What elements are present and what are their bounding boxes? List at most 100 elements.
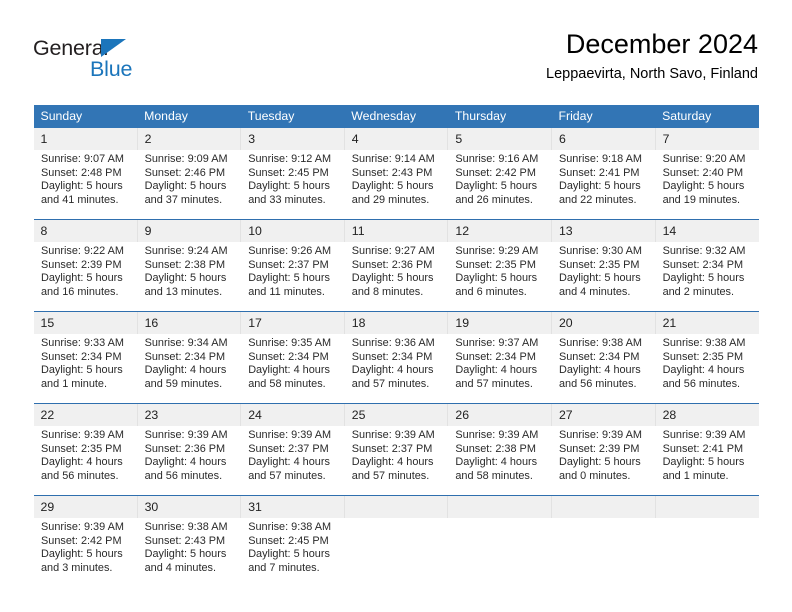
day-cell[interactable]: Sunrise: 9:29 AM Sunset: 2:35 PM Daylight:…	[447, 242, 552, 311]
day-cell[interactable]: Sunrise: 9:18 AM Sunset: 2:41 PM Daylight:…	[550, 150, 656, 219]
sunset-text: Sunset: 2:45 PM	[248, 166, 329, 179]
daylight-text-line2: and 56 minutes.	[144, 469, 223, 482]
daylight-text-line1: Daylight: 5 hours	[248, 180, 330, 193]
day-number[interactable]: 19	[447, 312, 552, 334]
day-number[interactable]: 2	[136, 128, 241, 150]
day-cell[interactable]: Sunrise: 9:30 AM Sunset: 2:35 PM Daylight:…	[550, 242, 656, 311]
daylight-text-line2: and 58 minutes.	[455, 469, 533, 482]
day-cell[interactable]: Sunrise: 9:38 AM Sunset: 2:34 PM Daylight:…	[550, 334, 656, 403]
day-cell[interactable]: Sunrise: 9:22 AM Sunset: 2:39 PM Daylight:…	[33, 242, 138, 311]
day-number[interactable]: 28	[654, 404, 759, 426]
sunset-text: Sunset: 2:36 PM	[144, 442, 226, 455]
day-cell[interactable]: Sunrise: 9:37 AM Sunset: 2:34 PM Daylight:…	[447, 334, 552, 403]
sunset-text: Sunset: 2:46 PM	[144, 166, 226, 179]
day-cell[interactable]: Sunrise: 9:39 AM Sunset: 2:35 PM Daylight:…	[33, 426, 138, 495]
day-number[interactable]: 31	[240, 496, 345, 518]
day-cell[interactable]: Sunrise: 9:39 AM Sunset: 2:36 PM Daylight:…	[136, 426, 241, 495]
day-number[interactable]: 6	[550, 128, 656, 150]
daylight-text-line2: and 37 minutes.	[144, 193, 223, 206]
daylight-text-line1: Daylight: 4 hours	[351, 456, 434, 469]
day-number[interactable]: 30	[136, 496, 241, 518]
day-cell[interactable]: Sunrise: 9:39 AM Sunset: 2:41 PM Daylight:…	[654, 426, 759, 495]
day-cell[interactable]: Sunrise: 9:39 AM Sunset: 2:42 PM Daylight:…	[33, 518, 138, 587]
day-number[interactable]: 27	[550, 404, 656, 426]
day-cell[interactable]: Sunrise: 9:39 AM Sunset: 2:37 PM Daylight:…	[240, 426, 345, 495]
day-cell[interactable]: Sunrise: 9:38 AM Sunset: 2:43 PM Daylight:…	[136, 518, 241, 587]
day-number[interactable]: 29	[33, 496, 138, 518]
day-number[interactable]: 1	[33, 128, 138, 150]
daylight-text-line2: and 56 minutes.	[41, 469, 119, 482]
general-blue-logo[interactable]: General Blue	[33, 36, 153, 82]
daylight-text-line1: Daylight: 4 hours	[144, 456, 227, 469]
day-cell[interactable]: Sunrise: 9:38 AM Sunset: 2:45 PM Daylight:…	[240, 518, 345, 587]
day-cell[interactable]: Sunrise: 9:12 AM Sunset: 2:45 PM Daylight:…	[240, 150, 345, 219]
day-detail-row: Sunrise: 9:22 AM Sunset: 2:39 PM Daylight:…	[33, 242, 759, 311]
sunrise-text: Sunrise: 9:35 AM	[248, 337, 332, 349]
day-number[interactable]: 15	[33, 312, 138, 334]
sunset-text: Sunset: 2:34 PM	[41, 350, 122, 363]
page-subtitle: Leppaevirta, North Savo, Finland	[546, 66, 758, 82]
day-cell[interactable]: Sunrise: 9:07 AM Sunset: 2:48 PM Daylight:…	[33, 150, 138, 219]
daylight-text-line2: and 57 minutes.	[351, 377, 430, 390]
daylight-text-line2: and 19 minutes.	[662, 193, 741, 206]
day-cell[interactable]: Sunrise: 9:20 AM Sunset: 2:40 PM Daylight:…	[654, 150, 759, 219]
sunrise-text: Sunrise: 9:20 AM	[662, 153, 746, 165]
day-number[interactable]: 23	[136, 404, 241, 426]
day-cell[interactable]: Sunrise: 9:35 AM Sunset: 2:34 PM Daylight:…	[240, 334, 345, 403]
day-number[interactable]: 4	[343, 128, 448, 150]
sunrise-text: Sunrise: 9:14 AM	[351, 153, 435, 165]
day-cell[interactable]: Sunrise: 9:32 AM Sunset: 2:34 PM Daylight:…	[654, 242, 759, 311]
day-cell-empty	[343, 518, 448, 587]
daylight-text-line1: Daylight: 5 hours	[455, 272, 538, 285]
day-number[interactable]: 12	[447, 220, 552, 242]
day-cell[interactable]: Sunrise: 9:39 AM Sunset: 2:39 PM Daylight:…	[550, 426, 656, 495]
day-number[interactable]: 24	[240, 404, 345, 426]
day-number[interactable]: 16	[136, 312, 241, 334]
sunset-text: Sunset: 2:37 PM	[351, 442, 433, 455]
day-cell[interactable]: Sunrise: 9:16 AM Sunset: 2:42 PM Daylight:…	[447, 150, 552, 219]
daylight-text-line2: and 13 minutes.	[144, 285, 223, 298]
sunset-text: Sunset: 2:38 PM	[455, 442, 536, 455]
day-number-row: 1234567	[33, 128, 759, 150]
day-cell[interactable]: Sunrise: 9:39 AM Sunset: 2:38 PM Daylight:…	[447, 426, 552, 495]
day-number[interactable]: 20	[550, 312, 656, 334]
day-cell[interactable]: Sunrise: 9:14 AM Sunset: 2:43 PM Daylight:…	[343, 150, 448, 219]
day-cell[interactable]: Sunrise: 9:26 AM Sunset: 2:37 PM Daylight:…	[240, 242, 345, 311]
day-cell[interactable]: Sunrise: 9:24 AM Sunset: 2:38 PM Daylight:…	[136, 242, 241, 311]
weekday-header-row: Sunday Monday Tuesday Wednesday Thursday…	[33, 105, 759, 128]
day-number[interactable]: 22	[33, 404, 138, 426]
day-number[interactable]: 18	[343, 312, 448, 334]
sunrise-text: Sunrise: 9:39 AM	[455, 429, 539, 441]
daylight-text-line2: and 11 minutes.	[248, 285, 325, 298]
day-number[interactable]: 13	[550, 220, 656, 242]
day-number[interactable]: 14	[654, 220, 759, 242]
day-number-empty	[654, 496, 759, 518]
day-cell[interactable]: Sunrise: 9:33 AM Sunset: 2:34 PM Daylight:…	[33, 334, 138, 403]
day-cell[interactable]: Sunrise: 9:34 AM Sunset: 2:34 PM Daylight:…	[136, 334, 241, 403]
day-cell[interactable]: Sunrise: 9:38 AM Sunset: 2:35 PM Daylight:…	[654, 334, 759, 403]
day-number[interactable]: 8	[33, 220, 138, 242]
day-number[interactable]: 17	[240, 312, 345, 334]
day-number[interactable]: 5	[447, 128, 552, 150]
day-number[interactable]: 26	[447, 404, 552, 426]
day-number[interactable]: 21	[654, 312, 759, 334]
sunset-text: Sunset: 2:42 PM	[41, 534, 122, 547]
daylight-text-line2: and 56 minutes.	[558, 377, 637, 390]
day-number[interactable]: 9	[136, 220, 241, 242]
day-number-row: 22 23 24 25 26 27 28	[33, 404, 759, 426]
weekday-header-monday: Monday	[137, 105, 241, 128]
day-cell[interactable]: Sunrise: 9:09 AM Sunset: 2:46 PM Daylight:…	[136, 150, 241, 219]
sunrise-text: Sunrise: 9:37 AM	[455, 337, 539, 349]
day-cell[interactable]: Sunrise: 9:36 AM Sunset: 2:34 PM Daylight:…	[343, 334, 448, 403]
day-number[interactable]: 7	[654, 128, 759, 150]
sunrise-text: Sunrise: 9:09 AM	[144, 153, 228, 165]
day-number[interactable]: 11	[343, 220, 448, 242]
day-number[interactable]: 10	[240, 220, 345, 242]
day-number[interactable]: 3	[240, 128, 345, 150]
day-cell[interactable]: Sunrise: 9:27 AM Sunset: 2:36 PM Daylight:…	[343, 242, 448, 311]
sunrise-text: Sunrise: 9:39 AM	[41, 429, 124, 441]
day-cell[interactable]: Sunrise: 9:39 AM Sunset: 2:37 PM Daylight:…	[343, 426, 448, 495]
sunset-text: Sunset: 2:34 PM	[455, 350, 536, 363]
daylight-text-line1: Daylight: 5 hours	[248, 548, 330, 561]
day-number[interactable]: 25	[343, 404, 448, 426]
